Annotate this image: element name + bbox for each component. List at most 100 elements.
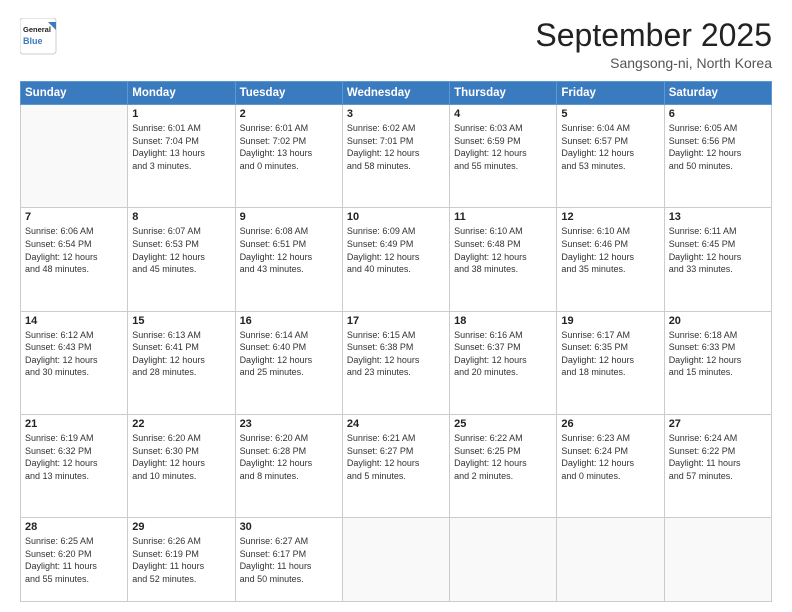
day-info: Sunrise: 6:20 AM Sunset: 6:30 PM Dayligh… bbox=[132, 432, 230, 482]
day-info: Sunrise: 6:12 AM Sunset: 6:43 PM Dayligh… bbox=[25, 329, 123, 379]
calendar-cell: 21Sunrise: 6:19 AM Sunset: 6:32 PM Dayli… bbox=[21, 414, 128, 517]
day-number: 4 bbox=[454, 108, 552, 120]
day-number: 19 bbox=[561, 315, 659, 327]
day-number: 11 bbox=[454, 211, 552, 223]
calendar-cell bbox=[557, 518, 664, 602]
calendar-body: 1 Sunrise: 6:01 AM Sunset: 7:04 PM Daylig… bbox=[21, 105, 772, 602]
calendar-cell: 24 Sunrise: 6:21 AM Sunset: 6:27 PM Dayli… bbox=[342, 414, 449, 517]
location: Sangsong-ni, North Korea bbox=[535, 55, 772, 71]
calendar-week-row: 28 Sunrise: 6:25 AM Sunset: 6:20 PM Dayli… bbox=[21, 518, 772, 602]
day-info: Sunrise: 6:16 AM Sunset: 6:37 PM Dayligh… bbox=[454, 329, 552, 379]
calendar-cell: 20 Sunrise: 6:18 AM Sunset: 6:33 PM Dayli… bbox=[664, 311, 771, 414]
logo-svg: General Blue bbox=[20, 18, 80, 56]
day-number: 25 bbox=[454, 418, 552, 430]
day-number: 9 bbox=[240, 211, 338, 223]
day-info: Sunrise: 6:06 AM Sunset: 6:54 PM Dayligh… bbox=[25, 225, 123, 275]
day-info: Sunrise: 6:18 AM Sunset: 6:33 PM Dayligh… bbox=[669, 329, 767, 379]
calendar-cell: 22 Sunrise: 6:20 AM Sunset: 6:30 PM Dayli… bbox=[128, 414, 235, 517]
day-info: Sunrise: 6:07 AM Sunset: 6:53 PM Dayligh… bbox=[132, 225, 230, 275]
day-info: Sunrise: 6:15 AM Sunset: 6:38 PM Dayligh… bbox=[347, 329, 445, 379]
calendar-cell: 11Sunrise: 6:10 AM Sunset: 6:48 PM Dayli… bbox=[450, 208, 557, 311]
calendar-cell: 2 Sunrise: 6:01 AM Sunset: 7:02 PM Daylig… bbox=[235, 105, 342, 208]
calendar-table: SundayMondayTuesdayWednesdayThursdayFrid… bbox=[20, 81, 772, 602]
calendar-header: SundayMondayTuesdayWednesdayThursdayFrid… bbox=[21, 82, 772, 105]
weekday-header: Tuesday bbox=[235, 82, 342, 105]
day-info: Sunrise: 6:09 AM Sunset: 6:49 PM Dayligh… bbox=[347, 225, 445, 275]
day-info: Sunrise: 6:23 AM Sunset: 6:24 PM Dayligh… bbox=[561, 432, 659, 482]
day-number: 20 bbox=[669, 315, 767, 327]
weekday-row: SundayMondayTuesdayWednesdayThursdayFrid… bbox=[21, 82, 772, 105]
day-number: 5 bbox=[561, 108, 659, 120]
day-info: Sunrise: 6:21 AM Sunset: 6:27 PM Dayligh… bbox=[347, 432, 445, 482]
day-info: Sunrise: 6:13 AM Sunset: 6:41 PM Dayligh… bbox=[132, 329, 230, 379]
weekday-header: Monday bbox=[128, 82, 235, 105]
day-info: Sunrise: 6:25 AM Sunset: 6:20 PM Dayligh… bbox=[25, 535, 123, 585]
calendar-week-row: 7 Sunrise: 6:06 AM Sunset: 6:54 PM Daylig… bbox=[21, 208, 772, 311]
svg-text:Blue: Blue bbox=[23, 36, 43, 46]
calendar-cell: 12 Sunrise: 6:10 AM Sunset: 6:46 PM Dayli… bbox=[557, 208, 664, 311]
calendar-cell: 8Sunrise: 6:07 AM Sunset: 6:53 PM Daylig… bbox=[128, 208, 235, 311]
calendar-cell: 19 Sunrise: 6:17 AM Sunset: 6:35 PM Dayli… bbox=[557, 311, 664, 414]
day-info: Sunrise: 6:27 AM Sunset: 6:17 PM Dayligh… bbox=[240, 535, 338, 585]
calendar-cell: 5 Sunrise: 6:04 AM Sunset: 6:57 PM Daylig… bbox=[557, 105, 664, 208]
day-number: 2 bbox=[240, 108, 338, 120]
svg-text:General: General bbox=[23, 25, 51, 34]
day-info: Sunrise: 6:26 AM Sunset: 6:19 PM Dayligh… bbox=[132, 535, 230, 585]
day-number: 10 bbox=[347, 211, 445, 223]
day-info: Sunrise: 6:17 AM Sunset: 6:35 PM Dayligh… bbox=[561, 329, 659, 379]
weekday-header: Saturday bbox=[664, 82, 771, 105]
day-info: Sunrise: 6:02 AM Sunset: 7:01 PM Dayligh… bbox=[347, 122, 445, 172]
day-info: Sunrise: 6:19 AM Sunset: 6:32 PM Dayligh… bbox=[25, 432, 123, 482]
day-number: 15 bbox=[132, 315, 230, 327]
calendar-cell: 13Sunrise: 6:11 AM Sunset: 6:45 PM Dayli… bbox=[664, 208, 771, 311]
day-number: 3 bbox=[347, 108, 445, 120]
day-info: Sunrise: 6:08 AM Sunset: 6:51 PM Dayligh… bbox=[240, 225, 338, 275]
day-info: Sunrise: 6:24 AM Sunset: 6:22 PM Dayligh… bbox=[669, 432, 767, 482]
day-number: 12 bbox=[561, 211, 659, 223]
calendar-cell: 4 Sunrise: 6:03 AM Sunset: 6:59 PM Daylig… bbox=[450, 105, 557, 208]
weekday-header: Wednesday bbox=[342, 82, 449, 105]
day-number: 14 bbox=[25, 315, 123, 327]
weekday-header: Thursday bbox=[450, 82, 557, 105]
day-number: 30 bbox=[240, 521, 338, 533]
day-number: 28 bbox=[25, 521, 123, 533]
day-info: Sunrise: 6:20 AM Sunset: 6:28 PM Dayligh… bbox=[240, 432, 338, 482]
day-info: Sunrise: 6:11 AM Sunset: 6:45 PM Dayligh… bbox=[669, 225, 767, 275]
day-info: Sunrise: 6:01 AM Sunset: 7:02 PM Dayligh… bbox=[240, 122, 338, 172]
calendar-cell bbox=[664, 518, 771, 602]
calendar-cell: 1 Sunrise: 6:01 AM Sunset: 7:04 PM Daylig… bbox=[128, 105, 235, 208]
header: General Blue September 2025 Sangsong-ni,… bbox=[20, 18, 772, 71]
weekday-header: Friday bbox=[557, 82, 664, 105]
day-number: 18 bbox=[454, 315, 552, 327]
day-number: 7 bbox=[25, 211, 123, 223]
day-info: Sunrise: 6:22 AM Sunset: 6:25 PM Dayligh… bbox=[454, 432, 552, 482]
day-number: 16 bbox=[240, 315, 338, 327]
day-number: 1 bbox=[132, 108, 230, 120]
calendar-cell: 10 Sunrise: 6:09 AM Sunset: 6:49 PM Dayli… bbox=[342, 208, 449, 311]
calendar-cell: 7 Sunrise: 6:06 AM Sunset: 6:54 PM Daylig… bbox=[21, 208, 128, 311]
logo: General Blue bbox=[20, 18, 80, 56]
day-number: 22 bbox=[132, 418, 230, 430]
title-block: September 2025 Sangsong-ni, North Korea bbox=[535, 18, 772, 71]
page: General Blue September 2025 Sangsong-ni,… bbox=[0, 0, 792, 612]
calendar-cell: 25 Sunrise: 6:22 AM Sunset: 6:25 PM Dayli… bbox=[450, 414, 557, 517]
calendar-cell: 3 Sunrise: 6:02 AM Sunset: 7:01 PM Daylig… bbox=[342, 105, 449, 208]
day-info: Sunrise: 6:01 AM Sunset: 7:04 PM Dayligh… bbox=[132, 122, 230, 172]
calendar-cell: 27 Sunrise: 6:24 AM Sunset: 6:22 PM Dayli… bbox=[664, 414, 771, 517]
day-number: 24 bbox=[347, 418, 445, 430]
calendar-cell: 30 Sunrise: 6:27 AM Sunset: 6:17 PM Dayli… bbox=[235, 518, 342, 602]
day-info: Sunrise: 6:14 AM Sunset: 6:40 PM Dayligh… bbox=[240, 329, 338, 379]
calendar-cell: 28 Sunrise: 6:25 AM Sunset: 6:20 PM Dayli… bbox=[21, 518, 128, 602]
calendar-week-row: 14 Sunrise: 6:12 AM Sunset: 6:43 PM Dayli… bbox=[21, 311, 772, 414]
day-info: Sunrise: 6:04 AM Sunset: 6:57 PM Dayligh… bbox=[561, 122, 659, 172]
calendar-cell: 23Sunrise: 6:20 AM Sunset: 6:28 PM Dayli… bbox=[235, 414, 342, 517]
day-number: 17 bbox=[347, 315, 445, 327]
calendar-cell: 17 Sunrise: 6:15 AM Sunset: 6:38 PM Dayli… bbox=[342, 311, 449, 414]
weekday-header: Sunday bbox=[21, 82, 128, 105]
day-info: Sunrise: 6:03 AM Sunset: 6:59 PM Dayligh… bbox=[454, 122, 552, 172]
day-number: 6 bbox=[669, 108, 767, 120]
calendar-cell: 14 Sunrise: 6:12 AM Sunset: 6:43 PM Dayli… bbox=[21, 311, 128, 414]
day-number: 27 bbox=[669, 418, 767, 430]
day-number: 29 bbox=[132, 521, 230, 533]
day-info: Sunrise: 6:10 AM Sunset: 6:46 PM Dayligh… bbox=[561, 225, 659, 275]
